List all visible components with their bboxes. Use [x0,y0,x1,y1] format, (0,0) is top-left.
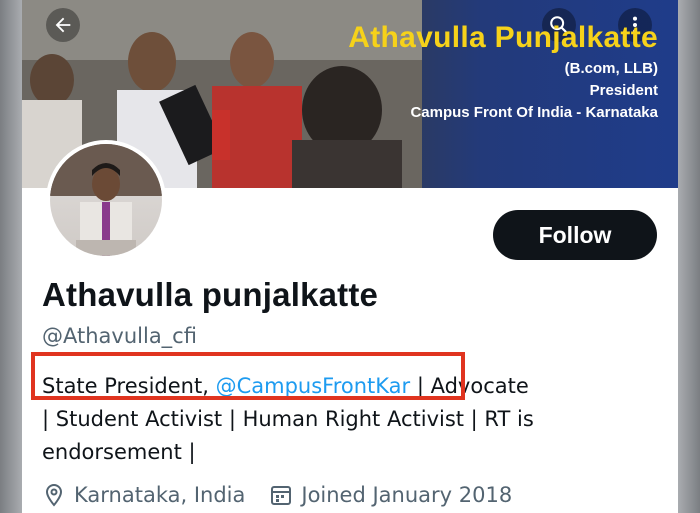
profile-meta: Karnataka, India Joined January 2018 [42,483,512,507]
profile-handle: @Athavulla_cfi [42,324,197,348]
back-button[interactable] [46,8,80,42]
banner-org: Campus Front Of India - Karnataka [410,104,658,121]
banner-title: Athavulla Punjalkatte [348,21,658,54]
location-pin-icon [42,483,66,507]
bio-text-line2: | Student Activist | Human Right Activis… [42,407,534,431]
banner-role: President [589,82,658,99]
banner-caption: Athavulla Punjalkatte (B.com, LLB) Presi… [348,18,658,124]
profile-screen: Athavulla Punjalkatte (B.com, LLB) Presi… [22,0,678,513]
profile-display-name: Athavulla punjalkatte [42,276,379,313]
red-highlight-box [31,352,465,400]
right-blur-edge [678,0,700,513]
avatar[interactable] [46,140,166,260]
calendar-icon [269,483,293,507]
avatar-photo [50,144,162,256]
avatar-figure [50,144,162,256]
left-blur-edge [0,0,22,513]
follow-button[interactable]: Follow [493,210,657,260]
profile-location: Karnataka, India [74,483,246,507]
bio-text-line3: endorsement | [42,440,196,464]
profile-joined-date: Joined January 2018 [301,483,513,507]
banner-degree: (B.com, LLB) [564,60,658,77]
arrow-left-icon [55,17,71,33]
